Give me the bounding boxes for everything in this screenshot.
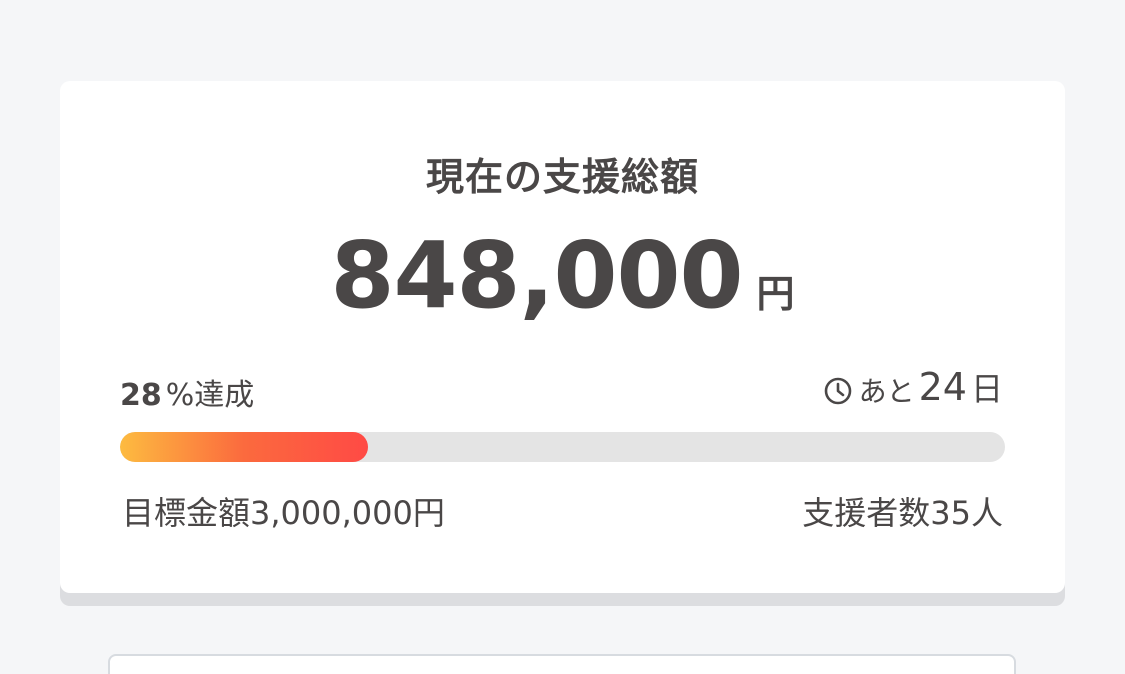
progress-bar — [120, 432, 1005, 462]
remaining-days: 24 — [918, 365, 967, 409]
goal-amount: 目標金額3,000,000円 — [122, 494, 445, 532]
achievement-label: 達成 — [194, 378, 255, 413]
funding-amount: 848,000 円 — [0, 222, 1125, 329]
clock-icon — [824, 377, 851, 405]
next-section-box — [108, 654, 1016, 674]
remaining-prefix: あと — [858, 375, 915, 408]
achievement-number: 28 — [120, 378, 162, 413]
achievement-rate: 28 %達成 — [120, 370, 254, 414]
funding-title: 現在の支援総額 — [425, 155, 699, 199]
amount-value: 848,000 — [330, 222, 743, 329]
amount-currency: 円 — [756, 272, 795, 316]
remaining-time: あと 24 日 — [823, 364, 1003, 410]
achievement-suffix: % — [165, 378, 195, 413]
funding-page: 現在の支援総額 848,000 円 28 %達成 あと 24 日 目標金額3,000… — [0, 0, 1125, 674]
remaining-unit: 日 — [970, 370, 1003, 408]
backer-count: 支援者数35人 — [802, 494, 1003, 532]
progress-fill — [120, 432, 368, 462]
